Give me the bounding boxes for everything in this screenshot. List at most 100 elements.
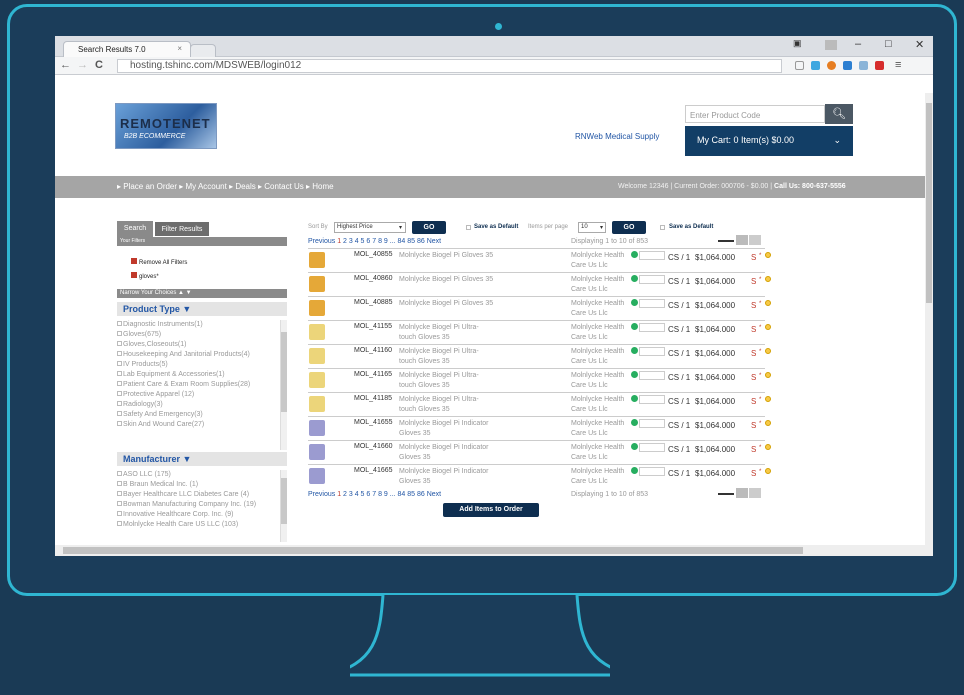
quantity-input[interactable]	[639, 371, 665, 380]
info-icon[interactable]	[765, 300, 771, 306]
per-page-select[interactable]: 10 ▾	[578, 222, 606, 233]
reload-button[interactable]: C	[95, 59, 103, 71]
quantity-input[interactable]	[639, 443, 665, 452]
favorite-star-icon[interactable]: *	[759, 325, 761, 331]
product-code[interactable]: MOL_40885	[354, 299, 393, 306]
minimize-button[interactable]: –	[855, 38, 861, 50]
close-window-button[interactable]: ✕	[915, 38, 924, 51]
product-description[interactable]: Molnlycke Biogel Pi Gloves 35	[399, 251, 495, 261]
quantity-input[interactable]	[639, 467, 665, 476]
product-description[interactable]: Molnlycke Biogel Pi Ultra-touch Gloves 3…	[399, 323, 495, 343]
save-default-checkbox[interactable]	[466, 225, 471, 230]
red-extension-icon[interactable]	[875, 61, 884, 70]
product-description[interactable]: Molnlycke Biogel Pi Gloves 35	[399, 299, 495, 309]
filter-gloves[interactable]: gloves*	[131, 272, 159, 280]
tab-search-results[interactable]: Search Results 7.0 ×	[63, 41, 191, 57]
favorite-star-icon[interactable]: *	[759, 253, 761, 259]
checkbox[interactable]	[117, 341, 122, 346]
info-icon[interactable]	[765, 276, 771, 282]
quantity-input[interactable]	[639, 251, 665, 260]
product-description[interactable]: Molnlycke Biogel Pi Gloves 35	[399, 275, 495, 285]
narrow-choices[interactable]: Narrow Your Choices ▲ ▼	[117, 289, 287, 298]
profile-icon[interactable]: ▣	[793, 38, 802, 49]
product-code[interactable]: MOL_41155	[354, 323, 392, 330]
product-type-item[interactable]: Diagnostic Instruments(1)	[117, 320, 285, 330]
per-page-go-button[interactable]: GO	[612, 221, 646, 234]
checkbox[interactable]	[117, 481, 122, 486]
pager-previous[interactable]: Previous	[308, 491, 335, 498]
product-type-item[interactable]: Lab Equipment & Accessories(1)	[117, 370, 285, 380]
product-code[interactable]: MOL_41655	[354, 419, 393, 426]
checkbox[interactable]	[117, 401, 122, 406]
user-icon[interactable]	[825, 40, 837, 50]
product-type-item[interactable]: Housekeeping And Janitorial Products(4)	[117, 350, 285, 360]
checkbox[interactable]	[117, 501, 122, 506]
manufacturer-scrollbar[interactable]	[280, 470, 287, 542]
view-toggle[interactable]	[718, 235, 762, 245]
product-description[interactable]: Molnlycke Biogel Pi Ultra-touch Gloves 3…	[399, 347, 495, 367]
view-toggle[interactable]	[718, 488, 762, 498]
favorite-star-icon[interactable]: *	[759, 373, 761, 379]
product-type-item[interactable]: Gloves(675)	[117, 330, 285, 340]
info-icon[interactable]	[765, 396, 771, 402]
quantity-input[interactable]	[639, 395, 665, 404]
checkbox[interactable]	[117, 521, 122, 526]
manufacturer-item[interactable]: Innovative Healthcare Corp. Inc. (9)	[117, 510, 285, 520]
info-icon[interactable]	[765, 420, 771, 426]
checkbox[interactable]	[117, 361, 122, 366]
page-vertical-scrollbar[interactable]	[925, 93, 933, 545]
product-type-item[interactable]: Safety And Emergency(3)	[117, 410, 285, 420]
nav-links[interactable]: ▸ Place an Order ▸ My Account ▸ Deals ▸ …	[117, 176, 334, 198]
product-description[interactable]: Molnlycke Biogel Pi Ultra-touch Gloves 3…	[399, 371, 495, 391]
quantity-input[interactable]	[639, 275, 665, 284]
pager-next[interactable]: Next	[427, 238, 441, 245]
product-description[interactable]: Molnlycke Biogel Pi Ultra-touch Gloves 3…	[399, 395, 495, 415]
product-code[interactable]: MOL_41660	[354, 443, 393, 450]
manufacturer-header[interactable]: Manufacturer ▼	[117, 452, 287, 466]
tab-close-icon[interactable]: ×	[177, 44, 182, 53]
forward-button[interactable]: →	[77, 59, 88, 71]
manufacturer-item[interactable]: ASO LLC (175)	[117, 470, 285, 480]
product-image[interactable]	[309, 444, 325, 460]
product-image[interactable]	[309, 300, 325, 316]
manufacturer-item[interactable]: Bowman Manufacturing Company Inc. (19)	[117, 500, 285, 510]
product-type-scrollbar[interactable]	[280, 320, 287, 450]
search-button[interactable]: 🔍︎	[825, 104, 853, 124]
checkbox[interactable]	[117, 371, 122, 376]
tab-search[interactable]: Search	[117, 221, 153, 237]
vertical-scroll-thumb[interactable]	[926, 103, 932, 303]
tab-filter-results[interactable]: Filter Results	[154, 221, 210, 237]
product-image[interactable]	[309, 372, 325, 388]
menu-icon[interactable]: ≡	[895, 59, 901, 71]
product-image[interactable]	[309, 468, 325, 484]
checkbox[interactable]	[117, 491, 122, 496]
download-extension-icon[interactable]	[843, 61, 852, 70]
checkbox[interactable]	[117, 511, 122, 516]
info-icon[interactable]	[765, 252, 771, 258]
product-image[interactable]	[309, 348, 325, 364]
remotenet-logo[interactable]: REMOTENET B2B ECOMMERCE	[115, 103, 217, 149]
save-default-checkbox-2[interactable]	[660, 225, 665, 230]
product-image[interactable]	[309, 276, 325, 292]
checkbox[interactable]	[117, 391, 122, 396]
info-icon[interactable]	[765, 372, 771, 378]
pager-next[interactable]: Next	[427, 491, 441, 498]
product-description[interactable]: Molnlycke Biogel Pi Indicator Gloves 35	[399, 467, 495, 487]
product-image[interactable]	[309, 252, 325, 268]
pager-pages[interactable]: 2 3 4 5 6 7 8 9 ... 84 85 86	[343, 491, 425, 498]
product-code-input[interactable]: Enter Product Code	[685, 105, 825, 123]
pager-current[interactable]: 1	[337, 238, 341, 245]
favorite-star-icon[interactable]: *	[759, 301, 761, 307]
quantity-input[interactable]	[639, 323, 665, 332]
sort-select[interactable]: Highest Price ▾	[334, 222, 406, 233]
bookmark-star-icon[interactable]	[795, 61, 804, 70]
product-type-item[interactable]: Gloves,Closeouts(1)	[117, 340, 285, 350]
product-code[interactable]: MOL_40860	[354, 275, 393, 282]
new-tab-button[interactable]	[190, 44, 216, 57]
product-type-item[interactable]: Patient Care & Exam Room Supplies(28)	[117, 380, 285, 390]
pager-current[interactable]: 1	[337, 491, 341, 498]
horizontal-scroll-thumb[interactable]	[63, 547, 803, 554]
url-field[interactable]: hosting.tshinc.com/MDSWEB/login012	[117, 59, 782, 73]
sort-go-button[interactable]: GO	[412, 221, 446, 234]
product-image[interactable]	[309, 324, 325, 340]
